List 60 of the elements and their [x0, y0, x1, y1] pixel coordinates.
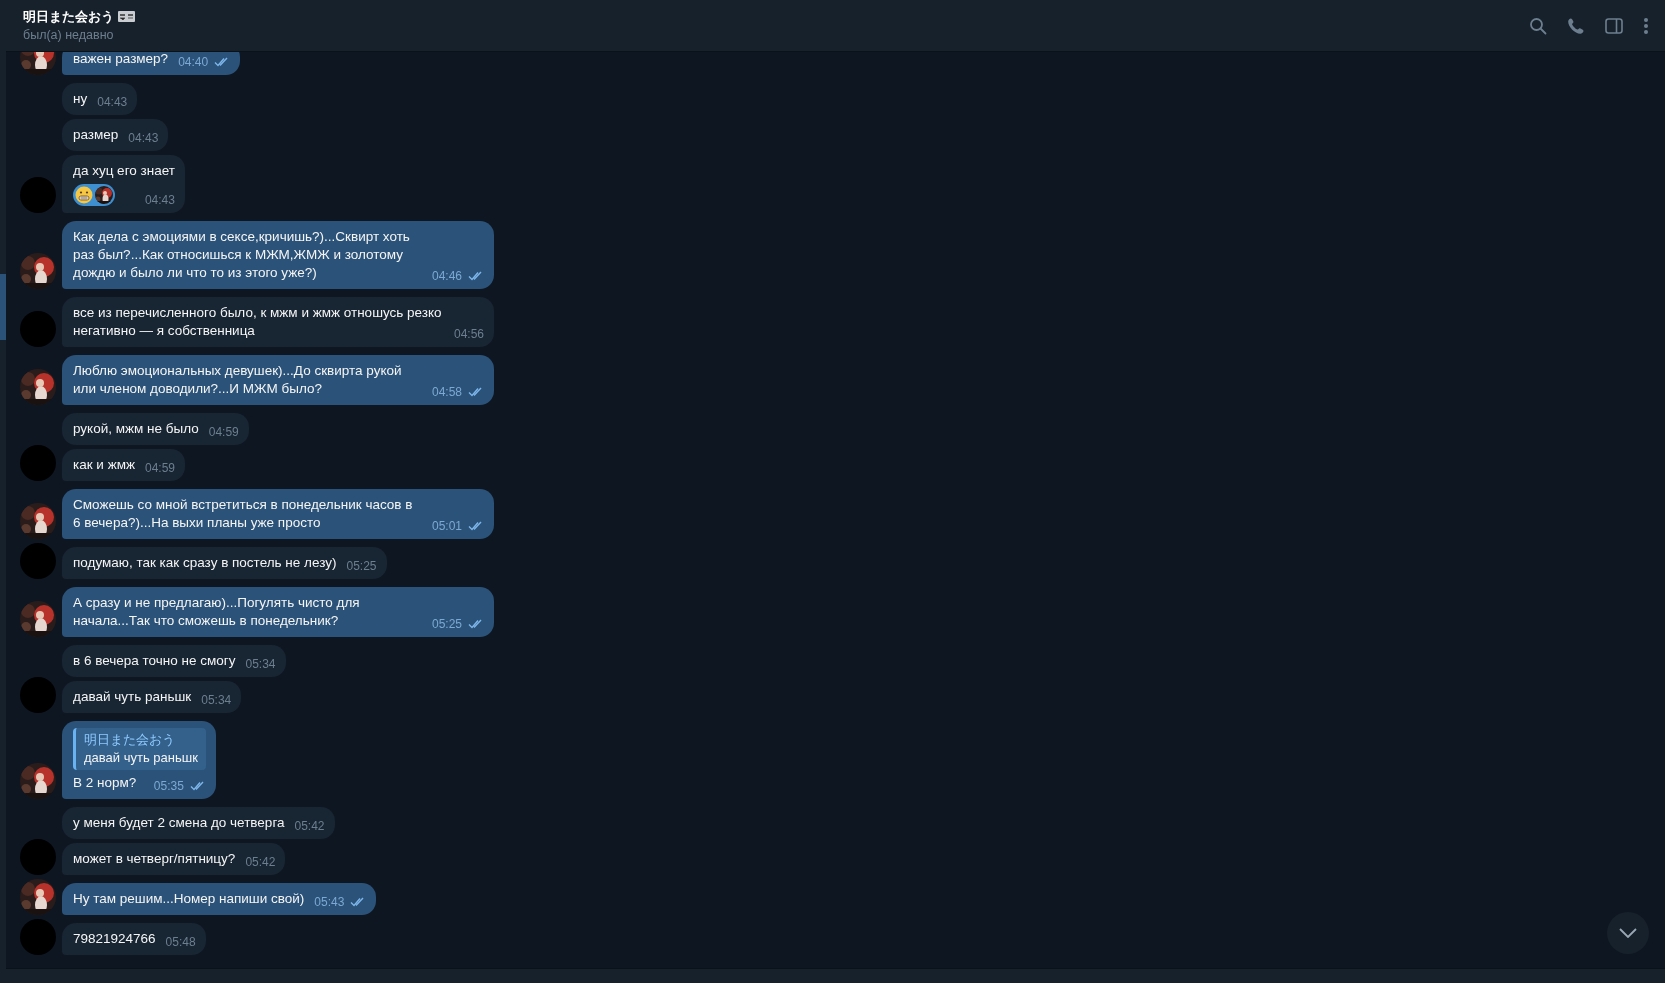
message-time: 05:35 [153, 778, 184, 795]
active-chat-marker [0, 274, 6, 340]
message-time: 04:59 [208, 424, 239, 441]
reply-author: 明日また会おう [84, 731, 176, 749]
message-text: у меня будет 2 смена до четверга [73, 814, 285, 832]
more-icon[interactable] [1643, 16, 1649, 35]
message-text: Сможешь со мной встретиться в понедельник часов в 6 вечера?)...На выхи планы уже просто [73, 496, 414, 532]
message-text: Люблю эмоциональных девушек)...До сквирта рукой или членом доводили?...И МЖМ было? [73, 362, 403, 398]
message-text: ну [73, 90, 88, 108]
message-text: Как дела с эмоциями в сексе,кричишь?)...Сквирт хоть раз был?...Как относишься к МЖМ,ЖМЖ и золотому дождю и было ли что то из этого уже?) [73, 228, 411, 282]
message-time: 05:48 [165, 934, 196, 951]
reply-text: давай чуть раньшк [84, 749, 198, 767]
chevron-down-icon [1619, 928, 1637, 938]
message-time: 04:43 [97, 94, 128, 111]
message-time: 05:01 [431, 518, 462, 535]
message-text: 79821924766 [73, 930, 156, 948]
message-text: В 2 норм? [73, 774, 137, 792]
message-time: 04:58 [431, 384, 462, 401]
message-text: давай чуть раньшк [73, 688, 192, 706]
message-time: 05:34 [245, 656, 276, 673]
message-text: да хуц его знает [73, 162, 175, 180]
message-text: Ну там решим...Номер напиши свой) [73, 890, 305, 908]
emoji-icon [118, 11, 135, 22]
avatar[interactable] [20, 177, 56, 213]
grimacing-face-icon [75, 186, 93, 204]
message-text: размер [73, 126, 119, 144]
avatar[interactable] [20, 543, 56, 579]
message-time: 04:56 [453, 326, 484, 343]
message-text: рукой, мжм не было [73, 420, 199, 438]
message-text: все из перечисленного было, к мжм и жмж отношусь резко негативно — я собственница [73, 304, 443, 340]
avatar[interactable] [20, 839, 56, 875]
message-time: 04:43 [144, 192, 175, 209]
message-text: как и жмж [73, 456, 135, 474]
sidebar-toggle-icon[interactable] [1605, 17, 1623, 34]
avatar[interactable] [20, 919, 56, 955]
message-time: 04:46 [431, 268, 462, 285]
search-icon[interactable] [1529, 16, 1547, 35]
chat-status: был(а) недавно [23, 26, 115, 44]
message-time: 04:43 [128, 130, 159, 147]
message-text: А сразу и не предлагаю)...Погулять чисто для начала...Так что сможешь в понедельник? [73, 594, 361, 630]
scroll-down-button[interactable] [1607, 912, 1649, 954]
message-text: может в четверг/пятницу? [73, 850, 236, 868]
message-text: подумаю, так как сразу в постель не лезу) [73, 554, 337, 572]
message-time: 05:34 [201, 692, 232, 709]
reaction-pill[interactable] [73, 184, 115, 206]
message-time: 05:25 [346, 558, 377, 575]
message-time: 05:42 [245, 854, 276, 871]
reply-quote[interactable]: 明日また会おう давай чуть раньшк [73, 728, 206, 770]
message-time: 05:42 [294, 818, 325, 835]
message-text: в 6 вечера точно не смогу [73, 652, 236, 670]
avatar[interactable] [20, 445, 56, 481]
message-text: важен размер? [73, 52, 169, 68]
avatar[interactable] [20, 311, 56, 347]
message-time: 05:25 [431, 616, 462, 633]
message-time: 04:40 [178, 54, 209, 71]
chat-title: 明日また会おう [23, 7, 114, 26]
avatar[interactable] [20, 677, 56, 713]
message-time: 05:43 [314, 894, 345, 911]
phone-icon[interactable] [1567, 16, 1585, 35]
message-time: 04:59 [145, 460, 176, 477]
